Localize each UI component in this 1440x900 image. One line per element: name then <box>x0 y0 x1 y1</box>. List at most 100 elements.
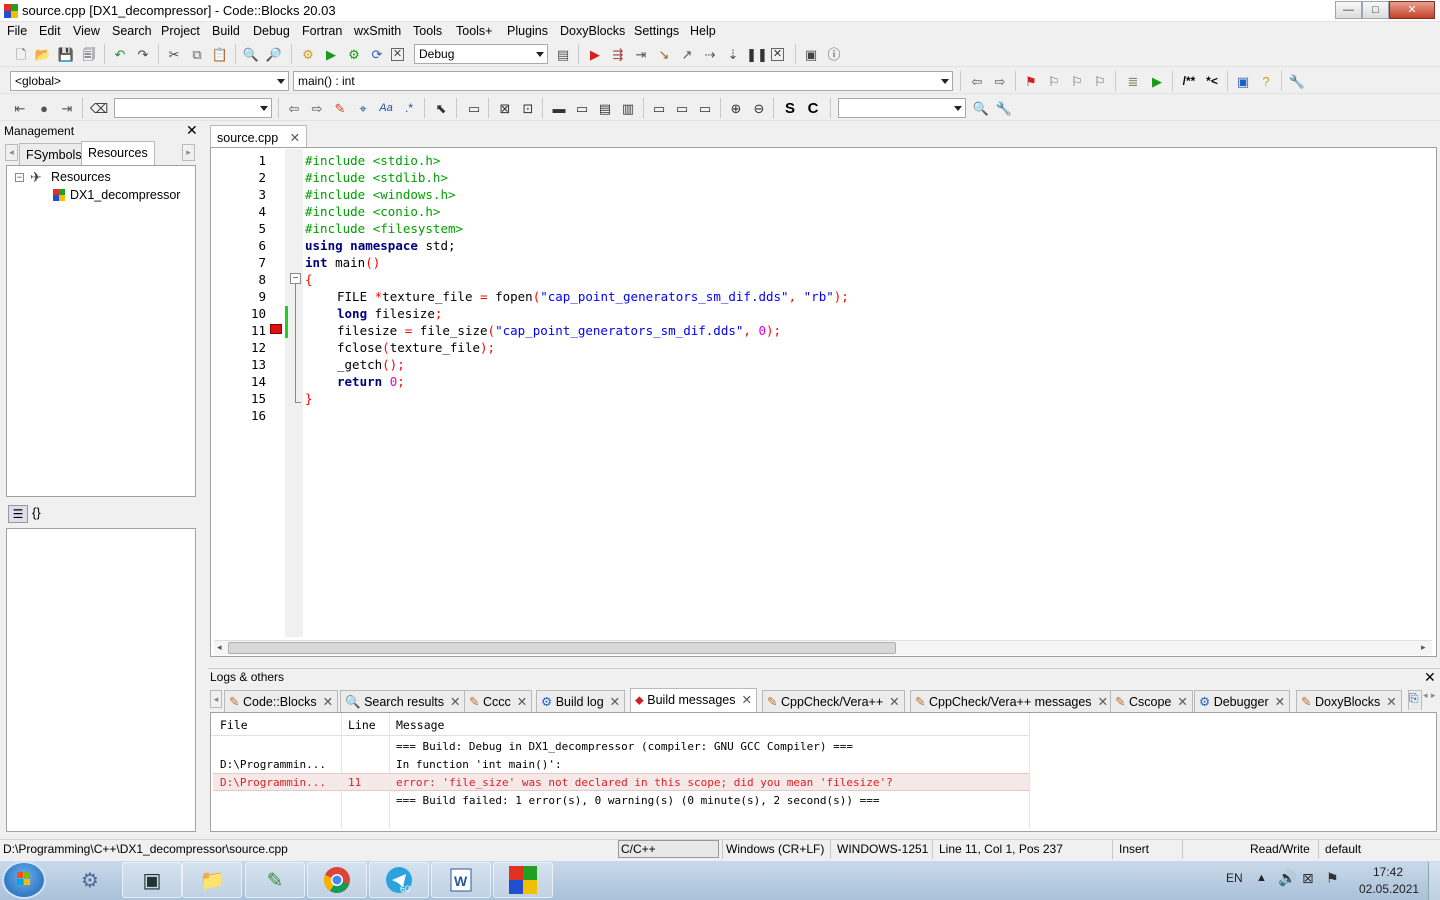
highlight-icon[interactable]: ✎ <box>331 99 349 117</box>
tab-build-log[interactable]: ⚙ Build log ✕ <box>536 690 626 712</box>
block-tool-3-icon[interactable]: ▤ <box>596 99 614 117</box>
zoom-in-icon[interactable]: ⊕ <box>727 99 745 117</box>
find-go-icon[interactable]: 🔍 <box>972 99 990 117</box>
tab-close-icon[interactable]: ✕ <box>1386 695 1396 709</box>
tab-build-messages[interactable]: ⬥ Build messages ✕ <box>630 688 757 712</box>
editor-horizontal-scrollbar[interactable]: ◂ ▸ <box>214 640 1432 655</box>
menu-debug[interactable]: Debug <box>253 24 290 38</box>
loop-tool-icon[interactable]: ⊡ <box>519 99 537 117</box>
scroll-left-icon[interactable]: ◂ <box>217 642 222 653</box>
block-tool-1-icon[interactable]: ▬ <box>550 99 568 117</box>
tree-project-label[interactable]: DX1_decompressor <box>70 188 180 202</box>
tab-close-icon[interactable]: ✕ <box>450 695 460 709</box>
doxy-line-comment-icon[interactable]: *< <box>1203 72 1221 90</box>
build-gear-icon[interactable]: ⚙ <box>299 45 317 63</box>
block-tool-4-icon[interactable]: ▥ <box>619 99 637 117</box>
logs-close-icon[interactable]: ✕ <box>1424 669 1436 686</box>
menu-settings[interactable]: Settings <box>634 24 679 38</box>
step-out-icon[interactable]: ↗ <box>678 45 696 63</box>
column-header-message[interactable]: Message <box>396 718 444 732</box>
run-to-cursor-icon[interactable]: ⇶ <box>609 45 627 63</box>
open-folder-icon[interactable]: 📂 <box>34 45 52 63</box>
rect-tool-icon[interactable]: ▭ <box>465 99 483 117</box>
menu-plugins[interactable]: Plugins <box>507 24 548 38</box>
scroll-right-icon[interactable]: ▸ <box>1421 642 1426 653</box>
debug-start-icon[interactable]: ▶ <box>586 45 604 63</box>
undo-icon[interactable]: ↶ <box>111 45 129 63</box>
tab-close-icon[interactable]: ✕ <box>1275 695 1285 709</box>
breakpoint-icon[interactable]: ● <box>35 99 53 117</box>
word-icon[interactable]: W <box>431 862 491 898</box>
fold-toggle-icon[interactable]: − <box>290 273 301 284</box>
shape-2-icon[interactable]: ▭ <box>673 99 691 117</box>
tab-close-icon[interactable]: ✕ <box>517 695 527 709</box>
message-text[interactable]: error: 'file_size' was not declared in t… <box>396 776 893 789</box>
menu-edit[interactable]: Edit <box>39 24 61 38</box>
abort-icon[interactable]: ✕ <box>391 48 404 61</box>
doxy-help-icon[interactable]: ? <box>1257 72 1275 90</box>
settings-gears-icon[interactable]: ⚙ <box>60 862 120 898</box>
tab-close-icon[interactable]: ✕ <box>742 693 752 707</box>
cursor-icon[interactable]: ⬉ <box>432 99 450 117</box>
tab-close-icon[interactable]: ✕ <box>889 695 899 709</box>
zoom-out-icon[interactable]: ⊖ <box>750 99 768 117</box>
prev-bookmark-icon[interactable]: ⚐ <box>1045 72 1063 90</box>
clock-time[interactable]: 17:42 <box>1373 865 1403 879</box>
tab-close-icon[interactable]: ✕ <box>1177 695 1187 709</box>
clock-date[interactable]: 02.05.2021 <box>1359 882 1419 896</box>
decision-tool-icon[interactable]: ⊠ <box>496 99 514 117</box>
build-target-select[interactable]: Debug <box>414 44 548 64</box>
menu-view[interactable]: View <box>73 24 100 38</box>
redo-icon[interactable]: ↷ <box>134 45 152 63</box>
find-combo[interactable] <box>838 98 966 118</box>
rebuild-icon[interactable]: ⟳ <box>368 45 386 63</box>
chrome-icon[interactable] <box>307 862 367 898</box>
tab-scroll-left-icon[interactable]: ◂ <box>210 690 222 708</box>
telegram-icon[interactable]: 60 <box>369 862 429 898</box>
regex-icon[interactable]: .* <box>400 99 418 117</box>
doxy-wizard-icon[interactable]: ▣ <box>1234 72 1252 90</box>
block-tool-2-icon[interactable]: ▭ <box>573 99 591 117</box>
menu-build[interactable]: Build <box>212 24 240 38</box>
tab-scroll-left-icon[interactable]: ◂ <box>5 144 18 161</box>
editor-tab-close-icon[interactable]: ✕ <box>290 131 300 145</box>
debug-windows-icon[interactable]: ▣ <box>802 45 820 63</box>
step-into-instruction-icon[interactable]: ⇣ <box>724 45 742 63</box>
next-instruction-icon[interactable]: ⇢ <box>701 45 719 63</box>
tab-cppcheck-messages[interactable]: ✎ CppCheck/Vera++ messages ✕ <box>910 690 1114 712</box>
list-view-icon[interactable]: ☰ <box>8 505 28 523</box>
tab-search-results[interactable]: 🔍 Search results ✕ <box>340 690 466 712</box>
pause-icon[interactable]: ❚❚ <box>746 45 768 63</box>
tab-scroll-right-icon[interactable]: ▸ <box>182 144 195 161</box>
braces-icon[interactable]: {} <box>32 505 41 520</box>
maximize-button[interactable]: □ <box>1362 1 1389 19</box>
tab-cccc[interactable]: ✎ Cccc ✕ <box>464 690 533 712</box>
target-dialog-icon[interactable]: ▤ <box>554 45 572 63</box>
tab-fsymbols[interactable]: FSymbols <box>19 143 89 165</box>
run-icon[interactable]: ▶ <box>322 45 340 63</box>
selection-only-icon[interactable]: ⌖ <box>354 99 372 117</box>
jump-forward-icon[interactable]: ⇨ <box>991 72 1009 90</box>
management-close-icon[interactable]: ✕ <box>186 122 198 139</box>
stop-debug-icon[interactable]: ✕ <box>771 48 784 61</box>
nassi-c-icon[interactable]: C <box>804 99 822 117</box>
shape-1-icon[interactable]: ▭ <box>650 99 668 117</box>
menu-file[interactable]: File <box>7 24 27 38</box>
tab-scroll-right-icon[interactable]: ▸ <box>1431 690 1436 701</box>
paste-icon[interactable]: 📋 <box>211 45 229 63</box>
codeblocks-taskbar-icon[interactable] <box>493 862 553 898</box>
new-file-icon[interactable]: 🗋 <box>12 45 30 63</box>
tab-cscope[interactable]: ✎ Cscope ✕ <box>1110 690 1193 712</box>
menu-wxsmith[interactable]: wxSmith <box>354 24 401 38</box>
collapse-toggle-icon[interactable]: − <box>15 173 24 182</box>
minimize-button[interactable]: — <box>1335 1 1362 19</box>
notepad-plus-icon[interactable]: ✎ <box>245 862 305 898</box>
doxy-comment-icon[interactable]: /** <box>1180 72 1198 90</box>
tab-close-icon[interactable]: ✕ <box>610 695 620 709</box>
incremental-search-input[interactable] <box>114 98 272 118</box>
message-text[interactable]: In function 'int main()': <box>396 758 562 771</box>
explorer-folder-icon[interactable]: 📁 <box>182 862 242 898</box>
message-text[interactable]: === Build: Debug in DX1_decompressor (co… <box>396 740 853 753</box>
volume-icon[interactable]: 🔊 <box>1278 869 1297 887</box>
replace-icon[interactable]: 🔎 <box>265 45 283 63</box>
